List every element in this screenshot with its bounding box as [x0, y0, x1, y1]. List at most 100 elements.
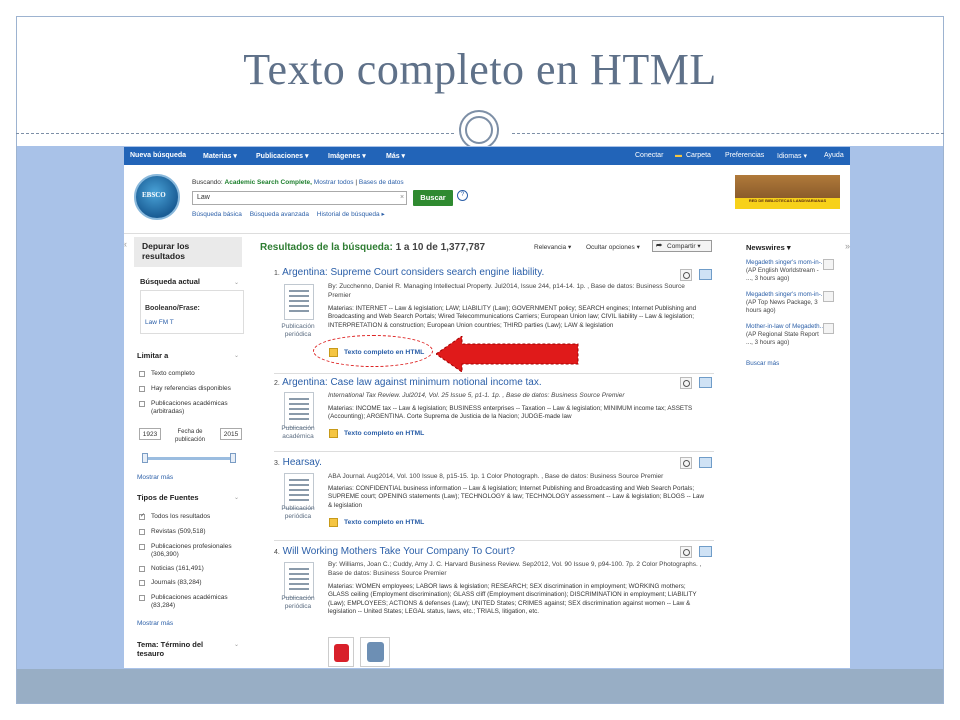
- advanced-search-link[interactable]: Búsqueda avanzada: [250, 211, 309, 218]
- search-input[interactable]: Law: [192, 191, 407, 205]
- collapse-right-icon[interactable]: »: [845, 241, 850, 251]
- boolean-value[interactable]: Law FM T: [145, 319, 174, 326]
- result-item: 4. Will Working Mothers Take Your Compan…: [274, 546, 714, 557]
- result-title[interactable]: 2. Argentina: Case law against minimum n…: [274, 377, 714, 388]
- newswire-link[interactable]: Mother-in-law of Megadeth..: [746, 323, 823, 330]
- references-checkbox[interactable]: [139, 386, 145, 392]
- result-title[interactable]: 4. Will Working Mothers Take Your Compan…: [274, 546, 714, 557]
- html-full-text-link[interactable]: Texto completo en HTML: [344, 519, 424, 526]
- ebsco-logo[interactable]: EBSCO: [134, 174, 180, 220]
- nav-more[interactable]: Más ▾: [386, 152, 405, 160]
- collapse-left-icon[interactable]: «: [124, 239, 127, 249]
- result-title-link[interactable]: Argentina: Supreme Court considers searc…: [282, 267, 544, 278]
- result-number: 4.: [274, 549, 280, 556]
- chevron-down-icon[interactable]: ⌄: [234, 494, 239, 501]
- preview-magnifier-icon[interactable]: [680, 546, 692, 558]
- source-checkbox[interactable]: [139, 566, 145, 572]
- show-all-link[interactable]: Mostrar todos: [314, 179, 354, 186]
- nav-preferences[interactable]: Preferencias: [725, 152, 764, 159]
- image-thumbnail[interactable]: [360, 637, 390, 667]
- chevron-down-icon[interactable]: ⌄: [234, 279, 239, 286]
- preview-magnifier-icon[interactable]: [680, 457, 692, 469]
- add-to-folder-icon[interactable]: [699, 457, 712, 468]
- newswire-source: (AP English Worldstream - ..., 3 hours a…: [746, 267, 819, 282]
- limit-label: Publicaciones académicas (arbitradas): [151, 400, 228, 415]
- newswire-preview-icon[interactable]: [823, 259, 834, 270]
- slide-title: Texto completo en HTML: [243, 45, 717, 94]
- date-from-input[interactable]: 1923: [139, 428, 161, 440]
- date-label: Fecha de publicación: [174, 429, 206, 443]
- html-full-text-icon[interactable]: [329, 429, 338, 438]
- share-button[interactable]: ⮫ Compartir ▾: [652, 240, 712, 252]
- result-divider: [274, 373, 714, 374]
- library-network-logo[interactable]: RED DE BIBLIOTECAS LANDIVARIANAS: [735, 175, 840, 209]
- nav-images[interactable]: Imágenes ▾: [328, 152, 366, 160]
- nav-publications[interactable]: Publicaciones ▾: [256, 152, 309, 160]
- clear-search-icon[interactable]: ×: [400, 194, 404, 201]
- result-meta: ABA Journal. Aug2014, Vol. 100 Issue 8, …: [328, 473, 664, 480]
- result-title[interactable]: 1. Argentina: Supreme Court considers se…: [274, 267, 714, 278]
- newswire-link[interactable]: Megadeth singer's mom-in-..: [746, 291, 824, 298]
- result-title-link[interactable]: Will Working Mothers Take Your Company T…: [283, 546, 515, 557]
- page-options-dropdown[interactable]: Ocultar opciones ▾: [586, 243, 640, 251]
- pub-type-label: Publicación académica: [281, 425, 315, 440]
- source-checkbox[interactable]: [139, 580, 145, 586]
- newswires-more-link[interactable]: Buscar más: [746, 360, 779, 367]
- chevron-down-icon[interactable]: ⌄: [234, 352, 239, 359]
- show-more-link[interactable]: Mostrar más: [137, 620, 173, 627]
- peer-reviewed-checkbox[interactable]: [139, 401, 145, 407]
- result-divider: [274, 451, 714, 452]
- show-more-link[interactable]: Mostrar más: [137, 474, 173, 481]
- result-meta: By: Williams, Joan C.; Cuddy, Amy J. C. …: [328, 561, 702, 577]
- html-full-text-link[interactable]: Texto completo en HTML: [344, 430, 424, 437]
- source-checkbox[interactable]: [139, 529, 145, 535]
- ebsco-screenshot: Nueva búsqueda Materias ▾ Publicaciones …: [124, 147, 850, 668]
- source-label: Todos los resultados: [151, 513, 211, 520]
- html-full-text-icon[interactable]: [329, 518, 338, 527]
- nav-languages[interactable]: Idiomas ▾: [777, 152, 807, 160]
- nav-subjects[interactable]: Materias ▾: [203, 152, 237, 160]
- folder-icon[interactable]: ▬: [675, 152, 682, 159]
- preview-magnifier-icon[interactable]: [680, 269, 692, 281]
- source-checkbox[interactable]: [139, 595, 145, 601]
- result-title-link[interactable]: Hearsay.: [283, 457, 322, 468]
- newswire-preview-icon[interactable]: [823, 291, 834, 302]
- date-to-input[interactable]: 2015: [220, 428, 242, 440]
- result-title-link[interactable]: Argentina: Case law against minimum noti…: [282, 377, 542, 388]
- relevance-dropdown[interactable]: Relevancia ▾: [534, 243, 571, 251]
- pub-type-label: Publicación periódica: [281, 323, 315, 338]
- search-history-link[interactable]: Historial de búsqueda ▸: [317, 211, 385, 218]
- add-to-folder-icon[interactable]: [699, 269, 712, 280]
- nav-folder[interactable]: Carpeta: [686, 152, 711, 159]
- newswire-source: (AP Regional State Report ..., 3 hours a…: [746, 331, 819, 346]
- choose-databases-link[interactable]: Bases de datos: [359, 179, 404, 186]
- basic-search-link[interactable]: Búsqueda básica: [192, 211, 242, 218]
- newswire-preview-icon[interactable]: [823, 323, 834, 334]
- help-icon[interactable]: ?: [457, 190, 468, 201]
- nav-new-search[interactable]: Nueva búsqueda: [130, 152, 186, 159]
- add-to-folder-icon[interactable]: [699, 546, 712, 557]
- search-button[interactable]: Buscar: [413, 190, 453, 206]
- source-checkbox[interactable]: [139, 544, 145, 550]
- full-text-checkbox[interactable]: [139, 371, 145, 377]
- periodical-icon: [284, 562, 314, 598]
- chevron-down-icon[interactable]: ⌄: [234, 641, 239, 648]
- newswires-title[interactable]: Newswires ▾: [746, 243, 791, 252]
- date-slider-handle-right[interactable]: [230, 453, 236, 463]
- source-label: Publicaciones profesionales (306,390): [151, 543, 232, 558]
- nav-sign-in[interactable]: Conectar: [635, 152, 663, 159]
- result-divider: [274, 540, 714, 541]
- add-to-folder-icon[interactable]: [699, 377, 712, 388]
- results-heading: Resultados de la búsqueda: 1 a 10 de 1,3…: [260, 242, 485, 253]
- nav-help[interactable]: Ayuda: [824, 152, 844, 159]
- slide-footer-band: [17, 669, 943, 703]
- preview-magnifier-icon[interactable]: [680, 377, 692, 389]
- source-checkbox[interactable]: [139, 512, 145, 520]
- result-title[interactable]: 3. Hearsay.: [274, 457, 714, 468]
- image-thumbnail[interactable]: [328, 637, 354, 667]
- boolean-label: Booleano/Frase:: [145, 305, 200, 312]
- date-slider-track[interactable]: [144, 457, 234, 460]
- newswire-link[interactable]: Megadeth singer's mom-in-..: [746, 259, 824, 266]
- source-label: Noticias (161,491): [151, 565, 204, 572]
- date-slider-handle-left[interactable]: [142, 453, 148, 463]
